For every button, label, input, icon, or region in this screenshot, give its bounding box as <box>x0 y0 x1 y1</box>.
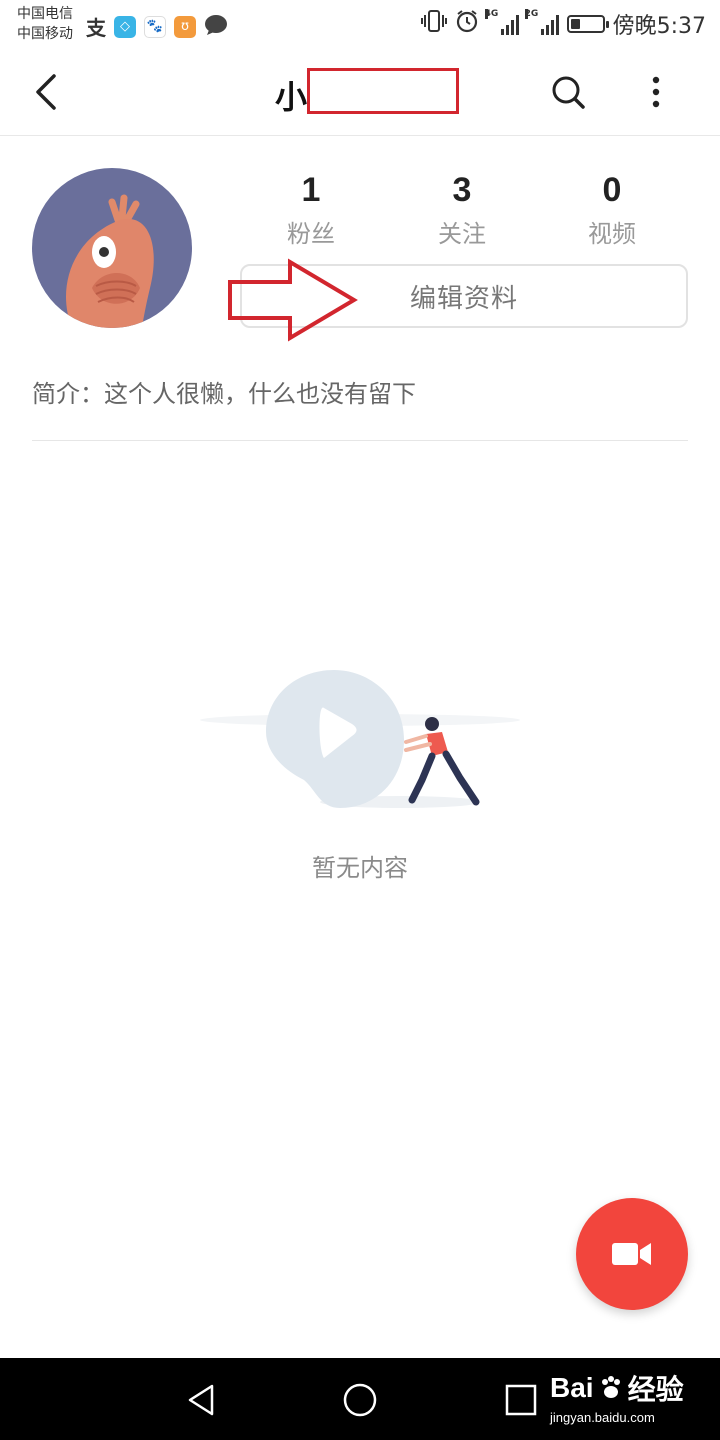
search-icon <box>552 76 585 109</box>
uc-browser-icon: ʊ <box>174 15 196 38</box>
more-vertical-icon <box>652 76 660 108</box>
empty-state-illustration <box>200 670 520 808</box>
nav-recents-icon <box>505 1384 537 1416</box>
carrier-1: 中国电信 <box>17 6 73 22</box>
shield-app-icon: ◇ <box>114 15 136 38</box>
video-camera-icon <box>612 1243 651 1265</box>
battery-fill <box>570 19 580 29</box>
stat-value: 0 <box>602 171 622 209</box>
carrier-2: 中国移动 <box>17 26 73 42</box>
system-nav-bar: Bai 经验 jingyan.baidu.com <box>0 1358 720 1440</box>
nav-recents-button[interactable] <box>502 1380 542 1420</box>
status-bar: 中国电信 中国移动 支 ◇ 🐾 ʊ 4G 2G 傍晚5:37 <box>0 0 720 50</box>
profile-bio: 简介：这个人很懒，什么也没有留下 <box>32 380 416 408</box>
carrier-info: 中国电信 中国移动 <box>17 4 73 44</box>
empty-state-text: 暂无内容 <box>312 854 408 882</box>
back-button[interactable] <box>28 70 68 114</box>
watermark-url: jingyan.baidu.com <box>550 1410 655 1425</box>
chat-icon <box>204 14 228 40</box>
avatar[interactable] <box>32 168 192 328</box>
alarm-icon <box>455 9 479 39</box>
redaction-box <box>307 68 459 114</box>
avatar-creature-image <box>66 194 154 328</box>
signal-4g-icon: 4G <box>484 9 519 35</box>
baidu-jingyan-watermark: Bai 经验 jingyan.baidu.com <box>550 1368 684 1425</box>
signal-2g-icon: 2G <box>524 9 559 35</box>
stat-value: 1 <box>301 171 321 209</box>
more-button[interactable] <box>640 72 672 112</box>
stat-label: 关注 <box>438 220 486 248</box>
record-video-button[interactable] <box>576 1198 688 1310</box>
nav-back-button[interactable] <box>182 1380 222 1420</box>
stat-following[interactable]: 3 关注 <box>402 168 522 249</box>
net-tag-2g: 2G <box>524 9 539 19</box>
alipay-icon: 支 <box>86 16 106 40</box>
watermark-logo-left: Bai <box>550 1372 594 1403</box>
back-arrow-icon <box>36 74 56 110</box>
edit-profile-label: 编辑资料 <box>409 283 518 314</box>
divider <box>32 440 688 441</box>
notification-icons: 支 ◇ 🐾 ʊ <box>86 12 228 41</box>
app-header: 小 <box>0 50 720 136</box>
annotation-arrow-icon <box>228 258 358 342</box>
search-button[interactable] <box>548 72 588 112</box>
nav-back-icon <box>188 1384 214 1416</box>
page-title: 小 <box>275 78 308 116</box>
stat-label: 视频 <box>588 220 636 248</box>
watermark-logo-right: 经验 <box>627 1374 684 1405</box>
stat-followers[interactable]: 1 粉丝 <box>251 168 371 249</box>
vibrate-icon <box>420 9 447 39</box>
watermark-logo: Bai 经验 <box>550 1368 684 1408</box>
stat-videos[interactable]: 0 视频 <box>552 168 672 249</box>
battery-icon <box>566 15 609 33</box>
net-tag-4g: 4G <box>484 9 499 19</box>
stat-value: 3 <box>452 171 472 209</box>
nav-home-button[interactable] <box>340 1380 380 1420</box>
status-right: 4G 2G 傍晚5:37 <box>420 8 706 40</box>
status-time: 傍晚5:37 <box>612 14 706 39</box>
paw-icon <box>601 1376 620 1398</box>
baidu-app-icon: 🐾 <box>144 15 166 38</box>
nav-home-icon <box>343 1383 377 1417</box>
stat-label: 粉丝 <box>287 220 335 248</box>
